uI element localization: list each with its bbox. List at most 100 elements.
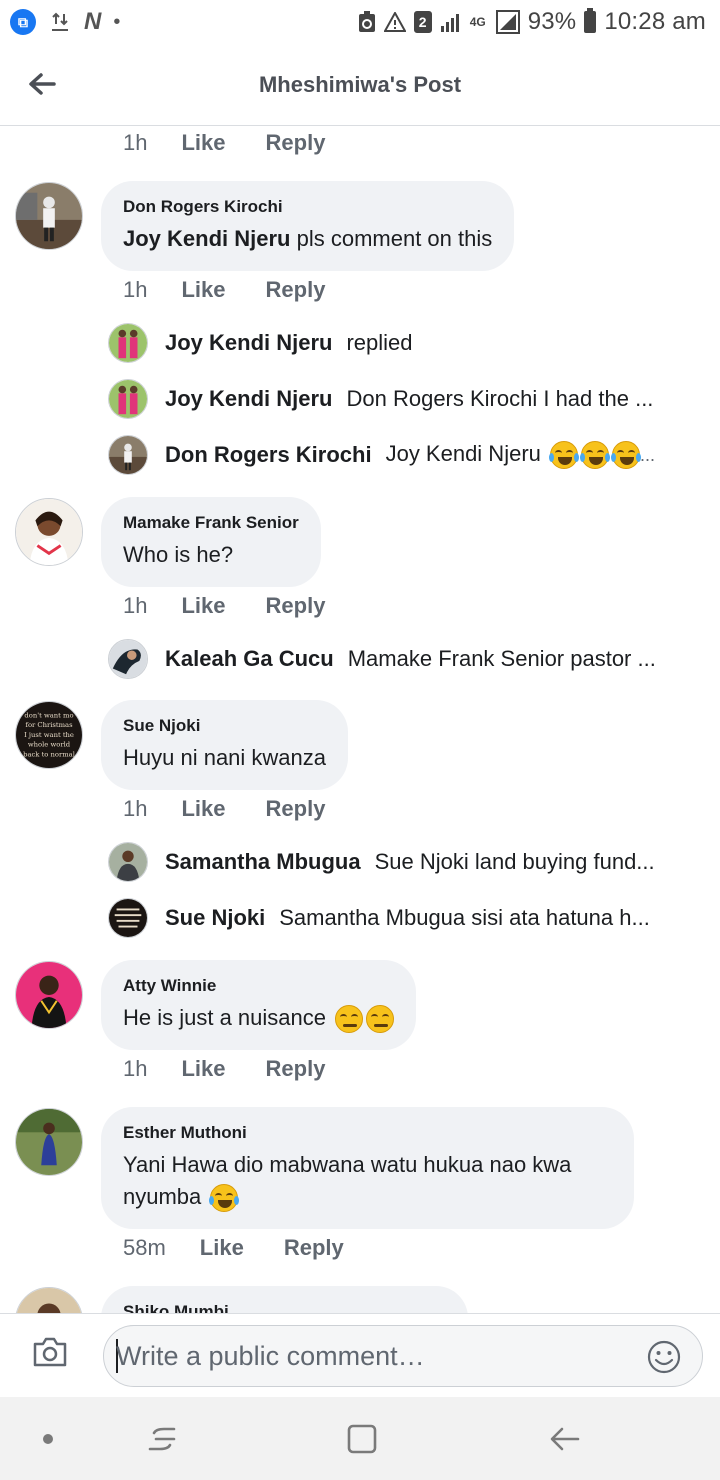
reply-row[interactable]: Joy Kendi Njeru Don Rogers Kirochi I had… (108, 379, 680, 419)
comment-author[interactable]: Esther Muthoni (123, 1123, 612, 1143)
network-type: 4G (469, 15, 486, 29)
reply-text: Joy Kendi Njeru ... (385, 440, 656, 470)
reply-button[interactable]: Reply (266, 593, 326, 619)
signal-icon (440, 11, 462, 33)
system-nav-bar (0, 1397, 720, 1480)
reply-author[interactable]: Sue Njoki (165, 905, 265, 931)
comment-author[interactable]: Atty Winnie (123, 976, 394, 996)
comment-actions: 1h Like Reply (123, 593, 365, 619)
comment-text: Joy Kendi Njeru pls comment on this (123, 226, 492, 251)
reply-row[interactable]: Kaleah Ga Cucu Mamake Frank Senior pasto… (108, 639, 680, 679)
comment-body: Yani Hawa dio mabwana watu hukua nao kwa… (123, 1152, 572, 1209)
back-button[interactable] (22, 66, 62, 102)
comment-input-wrapper[interactable] (103, 1325, 703, 1387)
svg-text:back to normal: back to normal (23, 750, 75, 758)
avatar[interactable] (15, 1108, 83, 1176)
emoji-button[interactable] (646, 1339, 682, 1375)
reply-button[interactable]: Reply (266, 130, 326, 156)
comment-time: 1h (123, 277, 148, 302)
reply-text: Don Rogers Kirochi I had the ... (346, 386, 654, 411)
status-bar: ⧉ N • 2 4G 93% 10:28 am (0, 0, 720, 44)
dot-icon (43, 1434, 53, 1444)
battery-percent: 93% (527, 8, 577, 35)
reply-body: Joy Kendi Njeru (385, 440, 541, 466)
reply-author[interactable]: Joy Kendi Njeru (165, 330, 332, 356)
page-title: Mheshimiwa's Post (258, 71, 462, 97)
comment-bubble[interactable]: Mamake Frank Senior Who is he? (101, 497, 321, 587)
comment-text: Yani Hawa dio mabwana watu hukua nao kwa… (123, 1152, 572, 1213)
like-button[interactable]: Like (181, 593, 225, 619)
avatar[interactable]: don't want mo for Christmas I just want th… (15, 701, 83, 769)
truncation: ... (640, 444, 656, 465)
alert-icon (383, 12, 406, 32)
comment-bubble[interactable]: Esther Muthoni Yani Hawa dio mabwana wat… (101, 1107, 634, 1229)
comment-bubble[interactable]: Shiko Mumbi (101, 1286, 468, 1313)
comment-author[interactable]: Shiko Mumbi (123, 1302, 446, 1313)
comment-actions: 1h Like Reply (123, 796, 365, 822)
like-button[interactable]: Like (181, 130, 225, 156)
comment-actions: 1h Like Reply (123, 277, 365, 303)
like-button[interactable]: Like (181, 277, 225, 303)
reply-button[interactable]: Reply (284, 1235, 344, 1261)
comment-author[interactable]: Mamake Frank Senior (123, 513, 299, 533)
usb-transfer-icon (48, 10, 72, 34)
nav-dot-button[interactable] (36, 1419, 60, 1459)
post-header: Mheshimiwa's Post (0, 44, 720, 126)
face-with-tears-of-joy-icon (611, 441, 642, 470)
avatar[interactable] (15, 961, 83, 1029)
arrow-left-icon (29, 73, 56, 95)
status-left: ⧉ N • (10, 8, 120, 36)
like-button[interactable]: Like (181, 1056, 225, 1082)
reply-author[interactable]: Samantha Mbugua (165, 849, 361, 875)
comment-text: He is just a nuisance (123, 1005, 395, 1034)
reply-author[interactable]: Kaleah Ga Cucu (165, 646, 334, 672)
svg-text:don't want mo: don't want mo (24, 712, 73, 720)
reply-author[interactable]: Don Rogers Kirochi (165, 442, 372, 468)
reply-button[interactable]: Reply (266, 277, 326, 303)
comment-time: 1h (123, 1056, 148, 1081)
app-badge-icon: ⧉ (10, 9, 36, 35)
face-with-tears-of-joy-icon (580, 441, 611, 470)
svg-text:whole world: whole world (28, 741, 71, 749)
reply-text: replied (346, 330, 413, 355)
comment-author[interactable]: Sue Njoki (123, 716, 326, 736)
battery-icon (584, 8, 597, 33)
avatar[interactable] (15, 498, 83, 566)
svg-text:I just want the: I just want the (24, 731, 74, 739)
recent-apps-icon (148, 1427, 176, 1451)
reply-row[interactable]: Don Rogers Kirochi Joy Kendi Njeru ... (108, 435, 680, 475)
home-button[interactable] (340, 1419, 384, 1459)
reply-row[interactable]: Samantha Mbugua Sue Njoki land buying fu… (108, 842, 680, 882)
like-button[interactable]: Like (200, 1235, 244, 1261)
reply-button[interactable]: Reply (266, 1056, 326, 1082)
comment-time: 1h (123, 593, 148, 618)
comment-text: Huyu ni nani kwanza (123, 745, 327, 770)
back-icon (550, 1427, 580, 1451)
comment-actions: 1h Like Reply (123, 1056, 365, 1082)
back-nav-button[interactable] (542, 1419, 586, 1459)
like-button[interactable]: Like (181, 796, 225, 822)
recycle-icon (358, 11, 376, 33)
avatar[interactable] (15, 1287, 83, 1313)
status-right: 2 4G 93% 10:28 am (358, 8, 706, 36)
recent-apps-button[interactable] (140, 1419, 184, 1459)
mention-link[interactable]: Joy Kendi Njeru (123, 226, 290, 251)
comment-body: pls comment on this (290, 226, 493, 251)
comment-text: Who is he? (123, 542, 234, 567)
mobile-signal-icon (495, 10, 520, 34)
smiley-icon (647, 1340, 681, 1374)
camera-button[interactable] (32, 1336, 76, 1374)
comment-bubble[interactable]: Sue Njoki Huyu ni nani kwanza (101, 700, 349, 790)
reply-row[interactable]: Sue Njoki Samantha Mbugua sisi ata hatun… (108, 898, 680, 938)
reply-row[interactable]: Joy Kendi Njeru replied (108, 323, 680, 363)
comment-bubble[interactable]: Don Rogers Kirochi Joy Kendi Njeru pls c… (101, 181, 515, 271)
avatar[interactable] (15, 182, 83, 250)
comment-composer (0, 1313, 720, 1397)
reply-button[interactable]: Reply (266, 796, 326, 822)
reply-text: Mamake Frank Senior pastor ... (347, 646, 656, 671)
comment-author[interactable]: Don Rogers Kirochi (123, 197, 492, 217)
reply-author[interactable]: Joy Kendi Njeru (165, 386, 332, 412)
comments-feed[interactable]: 1h Like Reply Don Rogers Kirochi Joy Ken… (0, 127, 720, 1313)
comment-input[interactable] (104, 1326, 624, 1386)
comment-bubble[interactable]: Atty Winnie He is just a nuisance (101, 960, 417, 1050)
